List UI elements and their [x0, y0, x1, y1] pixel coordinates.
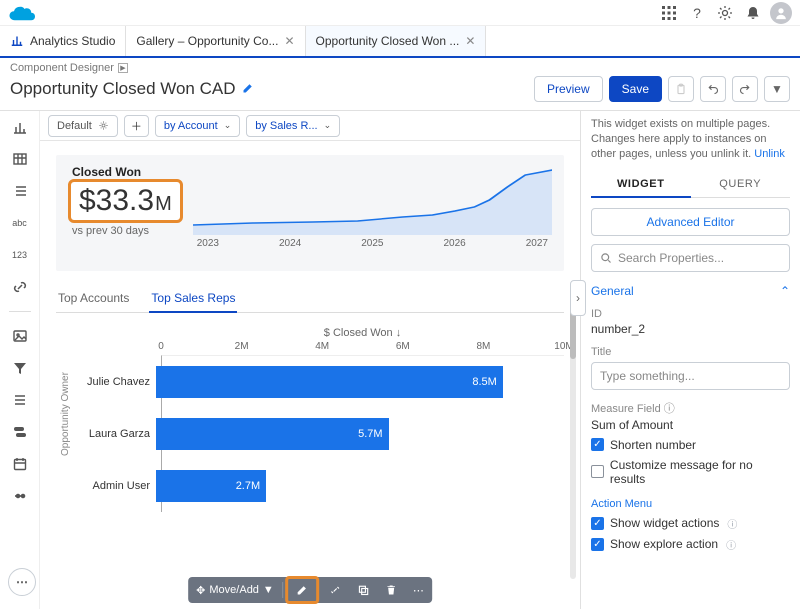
help-icon[interactable]: ?: [686, 2, 708, 24]
chevron-up-icon: ⌃: [780, 284, 790, 298]
spark-year: 2023: [197, 238, 219, 249]
title-label: Title: [591, 346, 790, 358]
checkbox-customize-message[interactable]: Customize message for no results: [591, 458, 790, 486]
canvas-scrollbar[interactable]: [570, 299, 576, 579]
salesforce-logo: [8, 3, 38, 23]
widget-toolbar: ✥ Move/Add ▼ ⋯: [188, 577, 432, 603]
redo-icon[interactable]: [732, 76, 758, 102]
filter-chip-account[interactable]: by Account⌄: [155, 115, 240, 137]
measure-field-label: Measure Field ⓘ: [591, 400, 790, 416]
toggle-icon[interactable]: [8, 422, 32, 442]
measure-field-value: Sum of Amount: [591, 418, 790, 432]
delete-widget-icon[interactable]: [377, 577, 405, 603]
text-icon[interactable]: abc: [8, 213, 32, 233]
analytics-icon: [10, 33, 24, 50]
checkbox-show-explore-action[interactable]: ✓Show explore actionⓘ: [591, 537, 790, 552]
tab-gallery[interactable]: Gallery – Opportunity Co... ✕: [126, 26, 305, 56]
edit-widget-icon[interactable]: [285, 576, 319, 604]
move-add-button[interactable]: ✥ Move/Add ▼: [188, 577, 282, 603]
notifications-icon[interactable]: [742, 2, 764, 24]
title-input[interactable]: Type something...: [591, 362, 790, 390]
metric-value: $33.3: [79, 184, 154, 218]
properties-panel: This widget exists on multiple pages. Ch…: [580, 111, 800, 609]
copy-widget-icon[interactable]: [349, 577, 377, 603]
chart-y-axis-label: Opportunity Owner: [56, 327, 75, 512]
checkbox-shorten-number[interactable]: ✓Shorten number: [591, 438, 790, 452]
add-variant-button[interactable]: ＋: [124, 115, 149, 137]
chart-icon[interactable]: [8, 117, 32, 137]
variant-default-chip[interactable]: Default: [48, 115, 118, 137]
svg-text:?: ?: [693, 5, 701, 21]
bar-label: Julie Chavez: [76, 376, 156, 388]
filter-chip-salesrep[interactable]: by Sales R...⌄: [246, 115, 340, 137]
number-icon[interactable]: 123: [8, 245, 32, 265]
workspace-home-tab[interactable]: Analytics Studio: [0, 26, 126, 56]
bar-label: Laura Garza: [76, 428, 156, 440]
preview-button[interactable]: Preview: [534, 76, 603, 102]
app-launcher-icon[interactable]: [658, 2, 680, 24]
list-icon[interactable]: [8, 181, 32, 201]
chart-x-axis: 0 2M 4M 6M 8M 10M: [161, 341, 564, 355]
play-icon: ▶: [118, 63, 128, 73]
panel-tab-query[interactable]: QUERY: [691, 172, 791, 197]
bar: 8.5M: [156, 366, 503, 398]
spark-year: 2025: [361, 238, 383, 249]
page-title: Opportunity Closed Won CAD: [10, 79, 236, 99]
breadcrumb: Component Designer ▶: [10, 62, 790, 74]
settings-icon[interactable]: [714, 2, 736, 24]
table-icon[interactable]: [8, 149, 32, 169]
widget-palette: abc 123: [0, 111, 40, 609]
close-icon[interactable]: ✕: [465, 34, 475, 48]
section-general[interactable]: General ⌃: [591, 284, 790, 298]
app-name: Analytics Studio: [30, 34, 115, 48]
tab-label: Opportunity Closed Won ...: [316, 34, 460, 48]
close-icon[interactable]: ✕: [284, 34, 294, 48]
chart-title: $ Closed Won ↓: [161, 327, 564, 339]
spark-year: 2026: [444, 238, 466, 249]
sparkline-chart[interactable]: 2023 2024 2025 2026 2027: [193, 165, 552, 265]
unlink-link[interactable]: Unlink: [754, 148, 785, 160]
chart-tab-top-sales-reps[interactable]: Top Sales Reps: [149, 285, 237, 313]
search-properties-input[interactable]: Search Properties...: [591, 244, 790, 272]
widget-toolbar-overflow-icon[interactable]: ⋯: [405, 577, 432, 603]
top-sales-reps-chart[interactable]: Opportunity Owner $ Closed Won ↓ 0 2M 4M…: [56, 327, 564, 512]
list2-icon[interactable]: [8, 390, 32, 410]
spark-year: 2027: [526, 238, 548, 249]
edit-title-icon[interactable]: [242, 82, 254, 97]
metric-unit: M: [155, 193, 172, 216]
metric-widget[interactable]: $33.3M: [68, 179, 183, 223]
bar-label: Admin User: [76, 480, 156, 492]
checkbox-show-widget-actions[interactable]: ✓Show widget actionsⓘ: [591, 516, 790, 531]
bar: 5.7M: [156, 418, 389, 450]
chart-tab-top-accounts[interactable]: Top Accounts: [56, 285, 131, 312]
user-avatar[interactable]: [770, 2, 792, 24]
unlink-widget-icon[interactable]: [321, 577, 349, 603]
panel-collapse-handle[interactable]: ›: [570, 280, 586, 316]
clipboard-icon: [668, 76, 694, 102]
advanced-editor-button[interactable]: Advanced Editor: [591, 208, 790, 236]
more-actions-button[interactable]: ⋯: [8, 568, 36, 596]
undo-icon[interactable]: [700, 76, 726, 102]
bar: 2.7M: [156, 470, 266, 502]
multipage-warning: This widget exists on multiple pages. Ch…: [591, 117, 790, 162]
date-icon[interactable]: [8, 454, 32, 474]
spark-year: 2024: [279, 238, 301, 249]
save-button[interactable]: Save: [609, 76, 662, 102]
action-menu-label: Action Menu: [591, 498, 790, 510]
id-value: number_2: [591, 322, 790, 336]
panel-tab-widget[interactable]: WIDGET: [591, 172, 691, 198]
tab-opportunity-closed-won[interactable]: Opportunity Closed Won ... ✕: [306, 26, 487, 56]
dashboard-canvas: Closed Won $33.3M vs prev 30 days 2023: [40, 141, 580, 609]
slider-icon[interactable]: [8, 486, 32, 506]
metric-sublabel: vs prev 30 days: [72, 225, 183, 237]
metric-label: Closed Won: [72, 165, 183, 179]
tab-label: Gallery – Opportunity Co...: [136, 34, 278, 48]
link-icon[interactable]: [8, 277, 32, 297]
filter-icon[interactable]: [8, 358, 32, 378]
image-icon[interactable]: [8, 326, 32, 346]
id-label: ID: [591, 308, 790, 320]
overflow-menu-icon[interactable]: ▼: [764, 76, 790, 102]
